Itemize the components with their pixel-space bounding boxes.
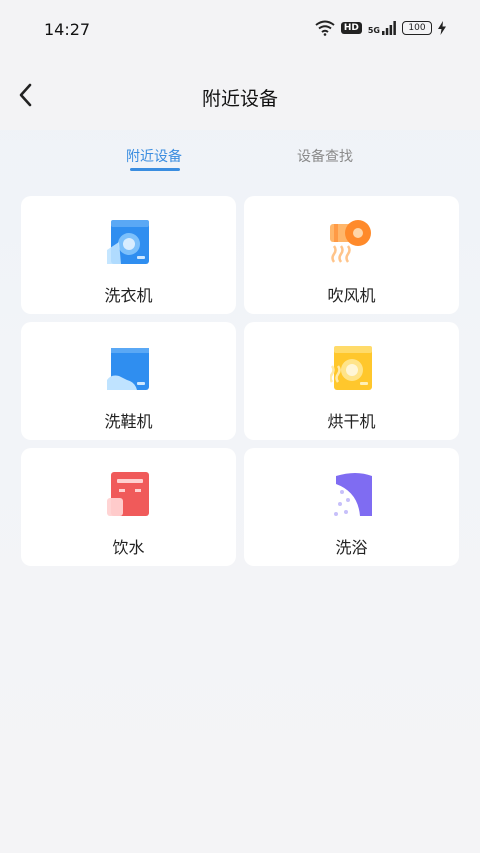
device-card-shower[interactable]: 洗浴: [244, 448, 459, 566]
device-label: 洗衣机: [104, 286, 153, 305]
wifi-icon: [315, 20, 335, 36]
device-card-dryer[interactable]: 烘干机: [244, 322, 459, 440]
device-label: 吹风机: [327, 286, 376, 305]
shoe-washer-icon: [107, 346, 151, 392]
device-label: 洗浴: [335, 538, 368, 557]
tab-nearby-devices[interactable]: 附近设备: [126, 146, 182, 166]
device-label: 饮水: [112, 538, 145, 557]
dryer-icon: [329, 346, 374, 392]
charging-bolt-icon: [438, 21, 446, 35]
battery-level: 100: [408, 23, 426, 33]
hair-dryer-icon: [330, 220, 374, 266]
cellular-signal-icon: 5G: [368, 21, 396, 35]
tab-bar: 附近设备 设备查找: [0, 140, 480, 180]
tab-device-search[interactable]: 设备查找: [297, 146, 353, 166]
page-title: 附近设备: [201, 88, 278, 110]
device-label: 洗鞋机: [104, 412, 153, 431]
device-card-water-dispenser[interactable]: 饮水: [21, 448, 236, 566]
device-card-washing-machine[interactable]: 洗衣机: [21, 196, 236, 314]
shower-icon: [330, 472, 374, 518]
device-card-shoe-washer[interactable]: 洗鞋机: [21, 322, 236, 440]
header: 附近设备: [0, 60, 480, 130]
hd-badge: HD: [340, 22, 362, 34]
water-dispenser-icon: [107, 472, 151, 518]
tab-active-indicator: [130, 168, 180, 171]
device-card-hair-dryer[interactable]: 吹风机: [244, 196, 459, 314]
status-bar: 14:27 HD 5G 100: [0, 0, 480, 60]
washing-machine-icon: [107, 220, 151, 266]
status-time: 14:27: [44, 20, 91, 39]
status-icons: HD 5G 100: [315, 20, 446, 36]
network-type-label: 5G: [367, 26, 380, 35]
battery-icon: 100: [402, 21, 432, 35]
device-label: 烘干机: [327, 412, 376, 431]
